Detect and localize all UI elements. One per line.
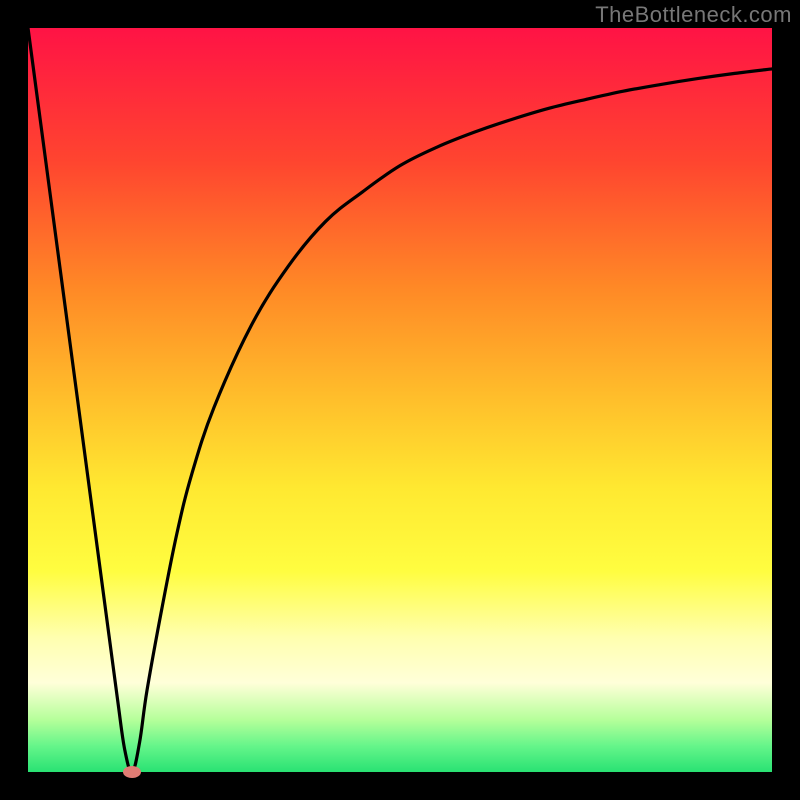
plot-area <box>28 28 772 772</box>
min-marker <box>123 766 141 778</box>
curve-layer <box>28 28 772 772</box>
watermark-text: TheBottleneck.com <box>595 2 792 28</box>
chart-frame: TheBottleneck.com <box>0 0 800 800</box>
curve-path <box>28 28 772 772</box>
